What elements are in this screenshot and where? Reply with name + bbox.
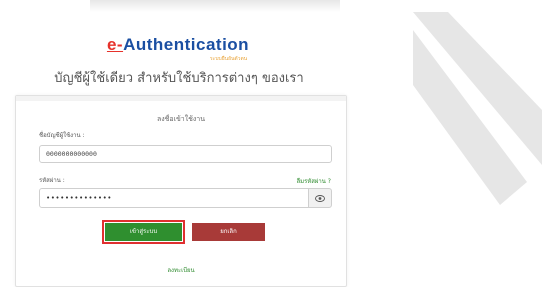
password-input[interactable]: •••••••••••••• xyxy=(39,188,309,208)
username-input[interactable]: 0000000000000 xyxy=(39,145,332,163)
login-button[interactable]: เข้าสู่ระบบ xyxy=(102,220,185,244)
login-card: ลงชื่อเข้าใช้งาน ชื่อบัญชีผู้ใช้งาน : 00… xyxy=(15,95,347,287)
cancel-button[interactable]: ยกเลิก xyxy=(192,223,265,241)
logo-main: Authentication xyxy=(123,35,250,54)
password-group: •••••••••••••• xyxy=(39,188,332,208)
password-label: รหัสผ่าน : xyxy=(39,177,65,184)
card-header-strip xyxy=(16,96,346,101)
forgot-password-link[interactable]: ลืมรหัสผ่าน ? xyxy=(296,176,331,186)
logo-subtitle: ระบบยืนยันตัวตน xyxy=(210,56,248,62)
logo-prefix: e- xyxy=(106,35,124,54)
page-tagline: บัญชีผู้ใช้เดียว สำหรับใช้บริการต่างๆ ขอ… xyxy=(54,71,304,86)
eye-icon xyxy=(315,194,325,202)
show-password-button[interactable] xyxy=(308,188,332,208)
register-link[interactable]: ลงทะเบียน xyxy=(16,265,346,275)
e-authentication-logo: e-Authentication xyxy=(98,35,258,55)
login-title: ลงชื่อเข้าใช้งาน xyxy=(156,115,206,123)
username-label: ชื่อบัญชีผู้ใช้งาน : xyxy=(39,132,85,139)
